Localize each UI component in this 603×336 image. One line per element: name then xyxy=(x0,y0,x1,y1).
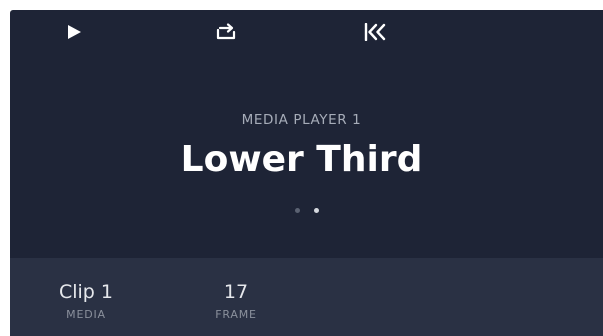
clip-title-block: MEDIA PLAYER 1 Lower Third xyxy=(0,112,603,180)
media-value: Clip 1 xyxy=(58,281,113,303)
frame-value: 17 xyxy=(223,281,249,303)
play-button[interactable] xyxy=(50,12,98,52)
media-player-window: MEDIA PLAYER 1 Lower Third Clip 1 MEDIA … xyxy=(0,0,603,336)
page-indicator[interactable] xyxy=(295,208,319,213)
page-dot-active[interactable] xyxy=(314,208,319,213)
loop-icon xyxy=(216,23,236,40)
media-label: MEDIA xyxy=(66,308,106,321)
skip-to-start-icon xyxy=(364,23,386,41)
frame-info: 17 FRAME xyxy=(194,281,278,322)
loop-button[interactable] xyxy=(202,12,250,52)
play-icon xyxy=(68,25,81,39)
source-label: MEDIA PLAYER 1 xyxy=(241,112,362,128)
page-dot[interactable] xyxy=(295,208,300,213)
skip-to-start-button[interactable] xyxy=(352,12,400,52)
frame-label: FRAME xyxy=(215,308,257,321)
media-info: Clip 1 MEDIA xyxy=(44,281,128,322)
clip-name: Lower Third xyxy=(180,139,423,180)
